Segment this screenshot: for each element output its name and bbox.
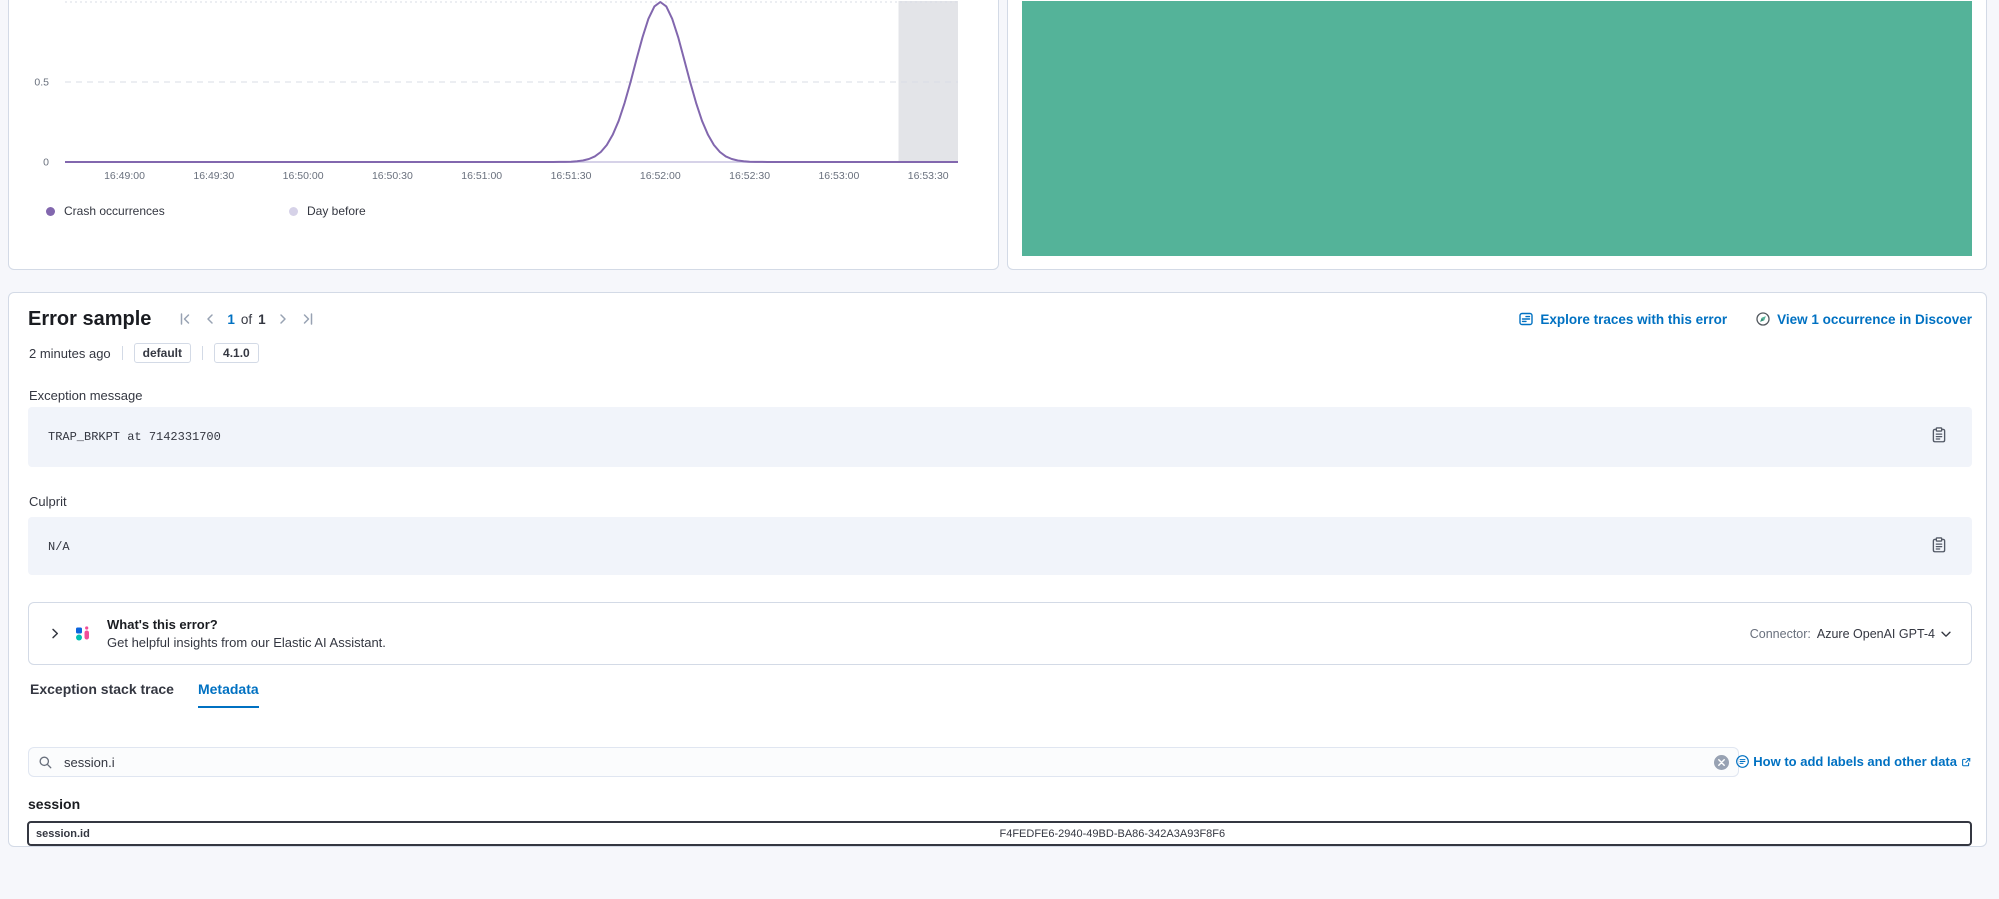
ai-assistant-panel: What's this error? Get helpful insights … xyxy=(28,602,1972,665)
metadata-group-title: session xyxy=(28,796,80,812)
svg-text:0: 0 xyxy=(43,157,49,169)
error-sample-panel: Error sample 1 of 1 xyxy=(8,292,1987,847)
page-title: Error sample xyxy=(28,308,151,331)
first-page-icon xyxy=(177,311,193,327)
expand-button[interactable] xyxy=(49,627,62,640)
trace-list-icon xyxy=(1518,311,1534,327)
legend-item-crash-occurrences[interactable]: Crash occurrences xyxy=(46,204,165,218)
culprit-text: N/A xyxy=(48,540,70,554)
how-to-add-labels-link[interactable]: How to add labels and other data xyxy=(1735,754,1972,769)
version-badge: 4.1.0 xyxy=(214,343,259,363)
view-occurrence-discover-link[interactable]: View 1 occurrence in Discover xyxy=(1755,311,1972,327)
svg-text:16:53:30: 16:53:30 xyxy=(908,170,949,182)
svg-text:16:50:30: 16:50:30 xyxy=(372,170,413,182)
chevron-left-icon xyxy=(202,311,218,327)
divider xyxy=(202,346,203,360)
ai-panel-left: What's this error? Get helpful insights … xyxy=(29,617,386,650)
metadata-row-session-id[interactable]: session.id F4FEDFE6-2940-49BD-BA86-342A3… xyxy=(27,821,1972,846)
sample-meta-row: 2 minutes ago default 4.1.0 xyxy=(29,342,259,364)
legend-label: Day before xyxy=(307,204,366,218)
svg-text:16:51:30: 16:51:30 xyxy=(551,170,592,182)
ai-panel-texts: What's this error? Get helpful insights … xyxy=(107,617,386,650)
of-label: of xyxy=(241,312,252,327)
culprit-block: N/A xyxy=(28,517,1972,575)
view-occurrence-label: View 1 occurrence in Discover xyxy=(1777,312,1972,327)
last-page-button[interactable] xyxy=(300,311,316,327)
explore-traces-link[interactable]: Explore traces with this error xyxy=(1518,311,1727,327)
svg-text:0.5: 0.5 xyxy=(34,77,49,89)
header-actions: Explore traces with this error View 1 oc… xyxy=(1518,311,1972,327)
culprit-label: Culprit xyxy=(29,494,67,509)
copy-button[interactable] xyxy=(1930,536,1948,554)
ai-panel-title: What's this error? xyxy=(107,617,386,632)
clear-search-button[interactable] xyxy=(1714,755,1729,770)
svg-text:16:49:30: 16:49:30 xyxy=(193,170,234,182)
environment-badge: default xyxy=(134,343,191,363)
crashes-treemap-card xyxy=(1007,0,1987,270)
divider xyxy=(122,346,123,360)
crash-occurrences-chart: 0 0.5 16:49:00 16:49:30 16:50:00 16:50:30 16:5… xyxy=(9,0,967,187)
connector-value: Azure OpenAI GPT-4 xyxy=(1817,627,1935,641)
connector-label: Connector: xyxy=(1750,627,1811,641)
total-pages: 1 xyxy=(258,312,266,327)
search-icon xyxy=(38,755,53,770)
detail-tabs: Exception stack trace Metadata xyxy=(30,681,259,708)
svg-text:16:53:00: 16:53:00 xyxy=(818,170,859,182)
svg-text:16:49:00: 16:49:00 xyxy=(104,170,145,182)
ai-panel-subtitle: Get helpful insights from our Elastic AI… xyxy=(107,635,386,650)
svg-text:16:52:00: 16:52:00 xyxy=(640,170,681,182)
metadata-search xyxy=(28,747,1739,777)
sample-pagination: 1 of 1 xyxy=(177,311,315,327)
chevron-right-icon xyxy=(49,627,62,640)
copy-button[interactable] xyxy=(1930,426,1948,444)
timestamp: 2 minutes ago xyxy=(29,346,111,361)
connector-selector: Connector: Azure OpenAI GPT-4 xyxy=(1750,627,1971,641)
first-page-button[interactable] xyxy=(177,311,193,327)
tab-metadata[interactable]: Metadata xyxy=(198,681,259,708)
page-indicator: 1 of 1 xyxy=(227,312,265,327)
discover-compass-icon xyxy=(1755,311,1771,327)
next-page-button[interactable] xyxy=(275,311,291,327)
treemap-cell[interactable] xyxy=(1022,1,1972,256)
svg-text:16:52:30: 16:52:30 xyxy=(729,170,770,182)
legend-label: Crash occurrences xyxy=(64,204,165,218)
how-to-add-labels-label: How to add labels and other data xyxy=(1753,754,1957,769)
connector-dropdown[interactable]: Azure OpenAI GPT-4 xyxy=(1817,627,1953,641)
legend-item-day-before[interactable]: Day before xyxy=(289,204,366,218)
metadata-value: F4FEDFE6-2940-49BD-BA86-342A3A93F8F6 xyxy=(1000,828,1226,840)
copy-icon xyxy=(1930,426,1948,444)
exception-message-text: TRAP_BRKPT at 7142331700 xyxy=(48,430,221,444)
error-sample-header: Error sample 1 of 1 xyxy=(28,305,1972,333)
exception-message-label: Exception message xyxy=(29,388,142,403)
crash-occurrences-chart-card: 0 0.5 16:49:00 16:49:30 16:50:00 16:50:30 16:5… xyxy=(8,0,999,270)
legend-dot-day-before xyxy=(289,207,298,216)
svg-text:16:50:00: 16:50:00 xyxy=(283,170,324,182)
chevron-down-icon xyxy=(1939,627,1953,641)
search-input[interactable] xyxy=(62,754,1705,771)
documentation-icon xyxy=(1735,754,1750,769)
close-icon xyxy=(1717,758,1726,767)
exception-message-block: TRAP_BRKPT at 7142331700 xyxy=(28,407,1972,467)
elastic-ai-assistant-icon xyxy=(75,626,91,642)
svg-text:16:51:00: 16:51:00 xyxy=(461,170,502,182)
legend-dot-crash-occurrences xyxy=(46,207,55,216)
tab-exception-stack-trace[interactable]: Exception stack trace xyxy=(30,681,174,708)
chevron-right-icon xyxy=(275,311,291,327)
metadata-key: session.id xyxy=(29,828,1000,840)
last-page-icon xyxy=(300,311,316,327)
prev-page-button[interactable] xyxy=(202,311,218,327)
external-link-icon xyxy=(1960,756,1972,768)
current-page: 1 xyxy=(227,312,235,327)
explore-traces-label: Explore traces with this error xyxy=(1540,312,1727,327)
copy-icon xyxy=(1930,536,1948,554)
